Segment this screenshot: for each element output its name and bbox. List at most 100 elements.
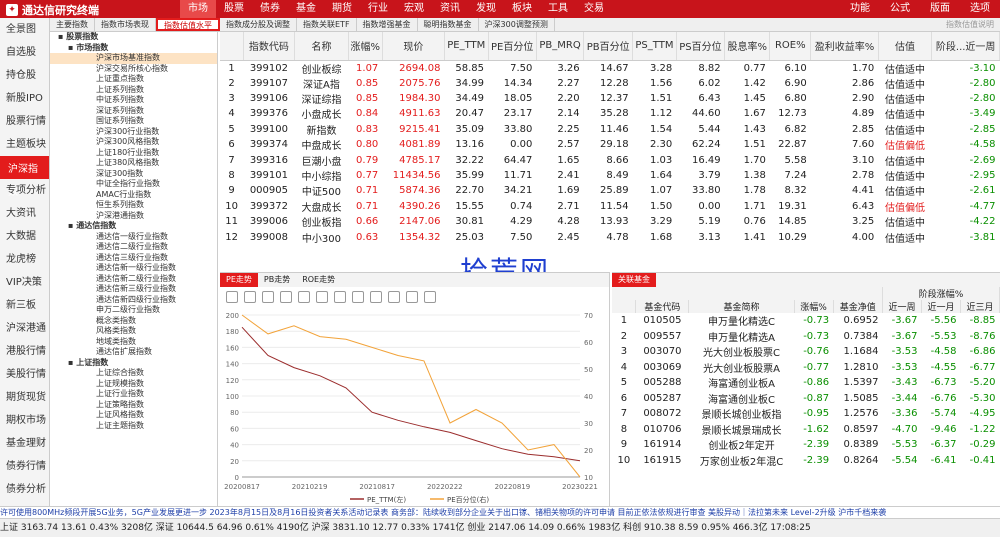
tree-node[interactable]: ▪ 股票指数 [50,32,217,43]
leftnav-item[interactable]: 全景图 [0,18,49,41]
table-row[interactable]: 5 399100 新指数 0.83 9215.41 35.09 33.80 2.25 11.46… [220,122,1000,137]
fund-row[interactable]: 10 161915 万家创业板2年混C -2.39 0.8264 -5.54 -6.41 -0… [612,453,1000,469]
menu-macro[interactable]: 宏观 [396,0,432,18]
column-header[interactable]: 涨幅% [348,32,383,61]
column-header[interactable]: 盈利收益率% [810,32,879,61]
delete-icon[interactable] [424,291,436,303]
column-header[interactable]: PS百分位 [676,32,726,61]
tree-node[interactable]: 中证全指行业指数 [50,179,217,190]
leftnav-item[interactable]: 期权市场 [0,409,49,432]
table-row[interactable]: 1 399102 创业板综 1.07 2694.08 58.85 7.50 3.26 14.67… [220,60,1000,76]
column-header[interactable]: PE_TTM [444,32,489,61]
leftnav-item[interactable]: 期货现货 [0,386,49,409]
table-row[interactable]: 9 000905 中证500 0.71 5874.36 22.70 34.21 1.69 25.… [220,183,1000,198]
menu-tools[interactable]: 工具 [540,0,576,18]
table-row[interactable]: 6 399374 中盘成长 0.80 4081.89 13.16 0.00 2.57 29.18… [220,137,1000,152]
fund-column-header[interactable]: 涨幅% [794,300,834,313]
tree-node[interactable]: ▪ 通达信指数 [50,221,217,232]
tree-node[interactable]: 国证系列指数 [50,116,217,127]
tree-node[interactable]: 通达信新四级行业指数 [50,295,217,306]
menu-bonds[interactable]: 债券 [252,0,288,18]
fund-row[interactable]: 1 010505 申万量化精选C -0.73 0.6952 -3.67 -5.56 -8.85 [612,313,1000,329]
fund-column-header[interactable]: 基金净值 [833,300,884,313]
tree-node[interactable]: 概念类指数 [50,316,217,327]
leftnav-item[interactable]: 沪深指数 [0,156,49,198]
fund-column-header[interactable] [612,300,637,313]
fund-column-header[interactable]: 近一月 [921,300,961,313]
leftnav-item[interactable]: 港股行情 [0,340,49,363]
subtab[interactable]: 指数成分股及调整 [220,18,297,31]
menu-news[interactable]: 资讯 [432,0,468,18]
column-header[interactable]: PB百分位 [583,32,634,61]
subtab[interactable]: 指数市场表现 [95,18,156,31]
fund-column-header[interactable]: 基金代码 [635,300,690,313]
tree-node[interactable]: 沪深300风格指数 [50,137,217,148]
menu-functions[interactable]: 功能 [840,0,880,18]
tree-node[interactable]: 申万二级行业指数 [50,305,217,316]
subtab[interactable]: 指数关联ETF [297,18,357,31]
table-row[interactable]: 4 399376 小盘成长 0.84 4911.63 20.47 23.17 2.14 35.2… [220,106,1000,121]
tree-node[interactable]: 恒生系列指数 [50,200,217,211]
tree-node[interactable]: 沪深300行业指数 [50,127,217,138]
tree-node[interactable]: 沪深港通指数 [50,211,217,222]
column-header[interactable]: 估值 [878,32,933,61]
column-header[interactable]: 名称 [294,32,349,61]
menu-formulas[interactable]: 公式 [880,0,920,18]
table-row[interactable]: 11 399006 创业板指 0.66 2147.06 30.81 4.29 4.28 13.9… [220,214,1000,229]
leftnav-item[interactable]: 沪深港通 [0,317,49,340]
tree-node[interactable]: 通达信一级行业指数 [50,232,217,243]
tree-node[interactable]: 中证系列指数 [50,95,217,106]
arrow-tool-icon[interactable] [370,291,382,303]
column-header[interactable]: 现价 [382,32,445,61]
tree-node[interactable]: 沪深市场基准指数 [50,53,217,64]
column-header[interactable]: 股息率% [724,32,771,61]
leftnav-item[interactable]: 基金理财 [0,432,49,455]
circle-tool-icon[interactable] [406,291,418,303]
leftnav-item[interactable]: 主题板块 [0,133,49,156]
leftnav-item[interactable]: 专项分析 [0,179,49,202]
tab-related-funds[interactable]: 关联基金 [612,273,656,287]
tree-node[interactable]: 上证系列指数 [50,85,217,96]
refresh-icon[interactable] [226,291,238,303]
tree-node[interactable]: 通达信新三级行业指数 [50,284,217,295]
menu-sectors[interactable]: 板块 [504,0,540,18]
tree-node[interactable]: 上证380风格指数 [50,158,217,169]
subtab[interactable]: 沪深300调整预测 [479,18,555,31]
leftnav-item[interactable]: 新股IPO [0,87,49,110]
fund-row[interactable]: 4 003069 光大创业板股票A -0.77 1.2810 -3.53 -4.55 -6.7… [612,360,1000,376]
column-header[interactable]: 阶段...近一周 [931,32,1000,61]
tab-pb-trend[interactable]: PB走势 [258,273,296,287]
news-ticker[interactable]: 许可使用800MHz频段开展5G业务，5G产业发展更进一步 2023年8月15日… [0,506,1000,518]
menu-layout[interactable]: 版面 [920,0,960,18]
grid-tool-icon[interactable] [316,291,328,303]
menu-industry[interactable]: 行业 [360,0,396,18]
tree-node[interactable]: 通达信二级行业指数 [50,242,217,253]
menu-market[interactable]: 市场 [180,0,216,18]
leftnav-item[interactable]: 持仓股 [0,64,49,87]
fund-row[interactable]: 7 008072 景顺长城创业板指 -0.95 1.2576 -3.36 -5.74 -4.9… [612,406,1000,422]
fund-row[interactable]: 5 005288 海富通创业板A -0.86 1.5397 -3.43 -6.73 -5.20 [612,375,1000,391]
column-header[interactable] [220,32,244,61]
table-row[interactable]: 3 399106 深证综指 0.85 1984.30 34.49 18.05 2.20 12.3… [220,91,1000,106]
valuation-help-link[interactable]: 指数估值说明 [940,18,1000,31]
tree-node[interactable]: ▪ 市场指数 [50,43,217,54]
menu-trade[interactable]: 交易 [576,0,612,18]
fund-row[interactable]: 8 010706 景顺长城景瑞成长 -1.62 0.8597 -4.70 -9.46 -1.2… [612,422,1000,438]
rect-tool-icon[interactable] [388,291,400,303]
table-row[interactable]: 2 399107 深证A指 0.85 2075.76 34.99 14.34 2.27 12.2… [220,76,1000,91]
candle-tool-icon[interactable] [262,291,274,303]
tree-node[interactable]: 上证规模指数 [50,379,217,390]
leftnav-item[interactable]: 龙虎榜 [0,248,49,271]
menu-futures[interactable]: 期货 [324,0,360,18]
tree-node[interactable]: 沪深交易所核心指数 [50,64,217,75]
fund-row[interactable]: 6 005287 海富通创业板C -0.87 1.5085 -3.44 -6.76 -5.30 [612,391,1000,407]
tree-node[interactable]: 通达信三级行业指数 [50,253,217,264]
area-tool-icon[interactable] [298,291,310,303]
tree-node[interactable]: ▪ 上证指数 [50,358,217,369]
tree-node[interactable]: 上证风格指数 [50,410,217,421]
tree-node[interactable]: 上证主题指数 [50,421,217,432]
fund-column-header[interactable]: 基金简称 [688,300,795,313]
leftnav-item[interactable]: 美股行情 [0,363,49,386]
table-row[interactable]: 7 399316 巨潮小盘 0.79 4785.17 32.22 64.47 1.65 8.66… [220,152,1000,168]
leftnav-item[interactable]: 债券行情 [0,455,49,478]
